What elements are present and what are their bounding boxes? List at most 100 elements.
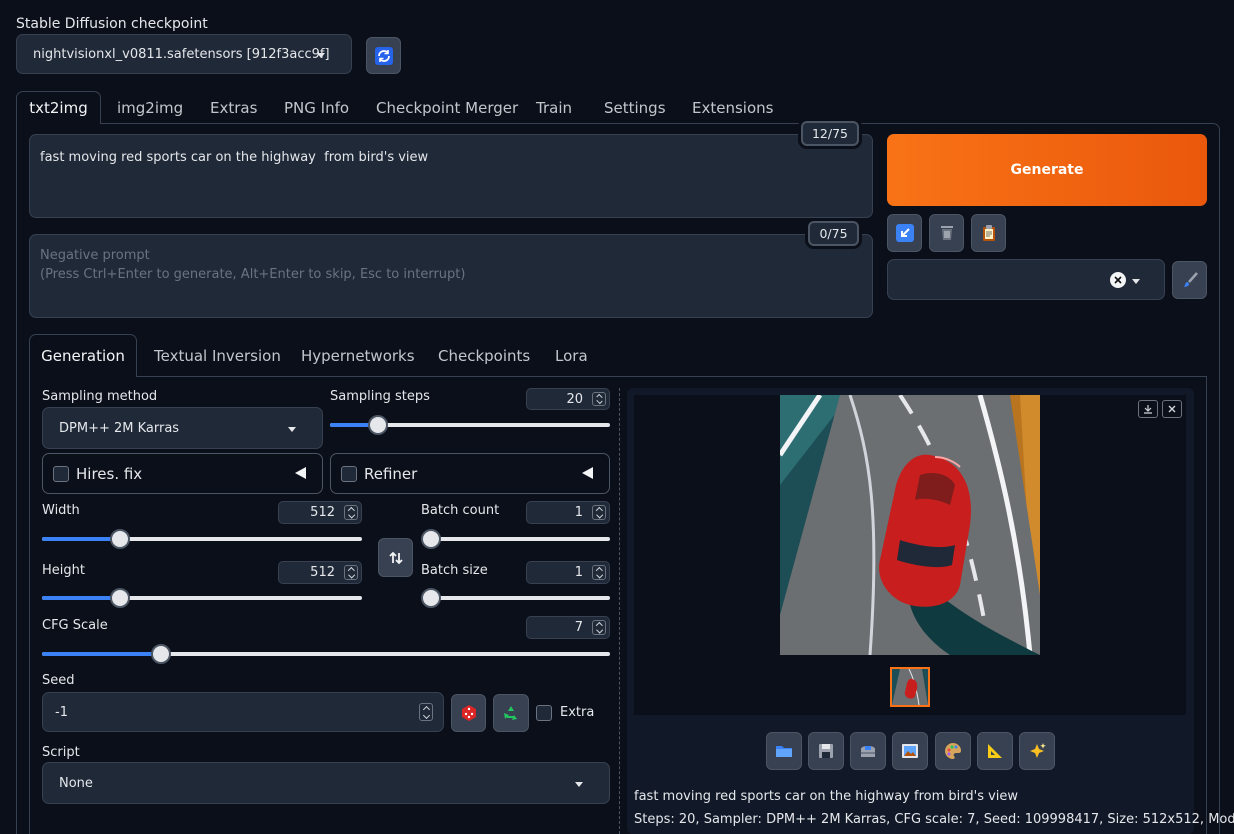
close-icon bbox=[1168, 405, 1176, 413]
save-button[interactable] bbox=[808, 732, 844, 770]
clear-prompt-button[interactable] bbox=[929, 214, 964, 252]
height-slider[interactable] bbox=[42, 588, 362, 608]
hires-fix-label: Hires. fix bbox=[76, 465, 143, 483]
tab-extensions[interactable]: Extensions bbox=[692, 99, 773, 117]
tab-checkpoint-merger[interactable]: Checkpoint Merger bbox=[376, 99, 518, 117]
extra-seed-checkbox[interactable] bbox=[536, 705, 552, 721]
batch-size-slider[interactable] bbox=[421, 588, 610, 608]
prompt-token-counter: 12/75 bbox=[801, 121, 859, 146]
sampling-method-label: Sampling method bbox=[42, 389, 158, 404]
collapse-triangle-icon[interactable] bbox=[295, 467, 306, 479]
reuse-seed-button[interactable] bbox=[493, 694, 529, 732]
generation-info-prompt: fast moving red sports car on the highwa… bbox=[634, 789, 1019, 804]
slider-thumb[interactable] bbox=[367, 415, 388, 435]
checkpoint-select[interactable]: nightvisionxl_v0811.safetensors [912f3ac… bbox=[16, 34, 352, 74]
script-value: None bbox=[59, 775, 93, 791]
read-params-button[interactable] bbox=[887, 214, 922, 252]
paintbrush-icon bbox=[1182, 272, 1198, 287]
hires-fix-checkbox[interactable] bbox=[53, 466, 69, 482]
extra-networks-button[interactable] bbox=[1019, 732, 1055, 770]
send-to-inpaint-button[interactable] bbox=[935, 732, 971, 770]
batch-count-input[interactable]: 1 bbox=[526, 501, 610, 524]
width-slider[interactable] bbox=[42, 529, 362, 549]
sampling-steps-input[interactable]: 20 bbox=[526, 388, 610, 410]
negative-prompt-placeholder: Negative prompt bbox=[40, 248, 150, 263]
generate-button[interactable]: Generate bbox=[887, 134, 1207, 206]
negative-prompt-hint: (Press Ctrl+Enter to generate, Alt+Enter… bbox=[40, 267, 466, 282]
close-icon[interactable] bbox=[1110, 272, 1126, 288]
close-gallery-button[interactable] bbox=[1162, 400, 1182, 418]
chevron-down-icon bbox=[575, 782, 583, 787]
recycle-icon bbox=[504, 706, 517, 720]
negative-prompt-textarea[interactable]: Negative prompt (Press Ctrl+Enter to gen… bbox=[29, 234, 873, 318]
slider-thumb[interactable] bbox=[421, 529, 441, 549]
tab-checkpoints[interactable]: Checkpoints bbox=[438, 347, 530, 365]
chevron-down-icon bbox=[1132, 279, 1140, 284]
apply-style-button[interactable] bbox=[1172, 261, 1207, 299]
swap-dimensions-button[interactable] bbox=[378, 538, 413, 577]
tab-lora[interactable]: Lora bbox=[555, 347, 588, 365]
batch-size-input[interactable]: 1 bbox=[526, 561, 610, 584]
open-folder-button[interactable] bbox=[766, 732, 802, 770]
hires-fix-accordion[interactable]: Hires. fix bbox=[42, 453, 323, 494]
cfg-scale-label: CFG Scale bbox=[42, 618, 108, 633]
chevron-down-icon bbox=[317, 53, 325, 58]
height-input[interactable]: 512 bbox=[278, 561, 362, 584]
tab-img2img[interactable]: img2img bbox=[117, 99, 183, 117]
stepper-icon[interactable] bbox=[592, 565, 606, 580]
sampling-method-value: DPM++ 2M Karras bbox=[59, 420, 180, 436]
random-seed-button[interactable] bbox=[451, 694, 486, 732]
batch-count-slider[interactable] bbox=[421, 529, 610, 549]
script-select[interactable]: None bbox=[42, 762, 610, 804]
stepper-icon[interactable] bbox=[592, 392, 606, 406]
tab-hypernetworks[interactable]: Hypernetworks bbox=[301, 347, 415, 365]
clipboard-icon bbox=[982, 225, 995, 241]
refresh-checkpoint-button[interactable] bbox=[366, 37, 401, 74]
folder-icon bbox=[776, 746, 792, 757]
column-divider bbox=[619, 388, 620, 834]
sampling-method-select[interactable]: DPM++ 2M Karras bbox=[42, 407, 323, 449]
width-input[interactable]: 512 bbox=[278, 501, 362, 524]
arrow-down-left-icon bbox=[895, 224, 914, 242]
refresh-icon bbox=[374, 46, 393, 65]
gallery-thumbnail[interactable] bbox=[890, 667, 930, 707]
download-image-button[interactable] bbox=[1138, 400, 1158, 418]
car-thumbnail-image bbox=[892, 669, 928, 705]
palette-icon bbox=[945, 742, 961, 759]
stepper-icon[interactable] bbox=[419, 703, 433, 721]
styles-select[interactable] bbox=[887, 259, 1165, 300]
batch-count-value: 1 bbox=[574, 505, 583, 520]
tab-train[interactable]: Train bbox=[536, 99, 572, 117]
refiner-accordion[interactable]: Refiner bbox=[330, 453, 610, 494]
trash-icon bbox=[940, 226, 953, 240]
negative-token-counter: 0/75 bbox=[808, 221, 859, 246]
prompt-textarea[interactable]: fast moving red sports car on the highwa… bbox=[29, 134, 873, 218]
stepper-icon[interactable] bbox=[344, 565, 358, 580]
send-to-extras-button[interactable] bbox=[977, 732, 1013, 770]
collapse-triangle-icon[interactable] bbox=[582, 467, 593, 479]
batch-size-value: 1 bbox=[574, 565, 583, 580]
sampling-steps-value: 20 bbox=[566, 391, 583, 407]
slider-thumb[interactable] bbox=[421, 588, 441, 608]
send-to-img2img-button[interactable] bbox=[892, 732, 928, 770]
stepper-icon[interactable] bbox=[344, 505, 358, 520]
tab-textual-inversion[interactable]: Textual Inversion bbox=[154, 347, 281, 365]
tab-png-info[interactable]: PNG Info bbox=[284, 99, 349, 117]
sampling-steps-slider[interactable] bbox=[330, 415, 610, 435]
stepper-icon[interactable] bbox=[592, 505, 606, 520]
tab-settings[interactable]: Settings bbox=[604, 99, 666, 117]
prompt-text: fast moving red sports car on the highwa… bbox=[40, 150, 429, 165]
refiner-checkbox[interactable] bbox=[341, 466, 357, 482]
generated-image[interactable] bbox=[780, 395, 1040, 655]
cfg-scale-input[interactable]: 7 bbox=[526, 616, 610, 639]
tab-extras[interactable]: Extras bbox=[210, 99, 257, 117]
stepper-icon[interactable] bbox=[592, 620, 606, 635]
tab-generation[interactable]: Generation bbox=[29, 334, 137, 377]
cfg-scale-slider[interactable] bbox=[42, 644, 610, 664]
paste-style-button[interactable] bbox=[971, 214, 1006, 252]
tab-txt2img[interactable]: txt2img bbox=[16, 91, 101, 124]
checkpoint-label: Stable Diffusion checkpoint bbox=[16, 16, 208, 32]
seed-input[interactable]: -1 bbox=[42, 692, 444, 732]
zip-button[interactable] bbox=[850, 732, 886, 770]
width-value: 512 bbox=[310, 505, 335, 520]
